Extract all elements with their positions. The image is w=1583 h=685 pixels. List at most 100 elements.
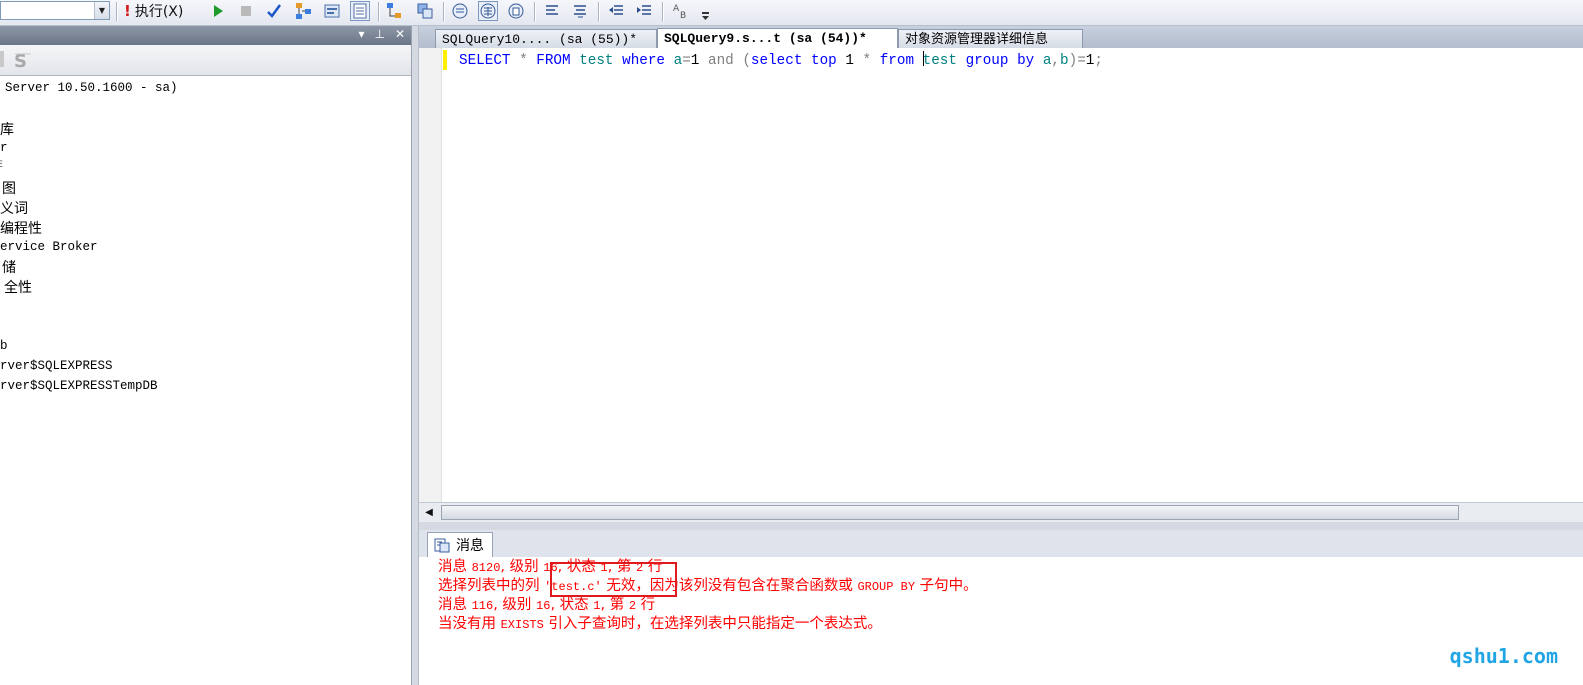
scrollbar-thumb[interactable]: [441, 505, 1459, 520]
message-text: 选择列表中的列: [438, 578, 545, 594]
message-text: 行: [636, 597, 656, 613]
message-text: , 级别: [500, 559, 544, 575]
svg-text:A: A: [673, 4, 680, 14]
tab-sqlquery10[interactable]: SQLQuery10.... (sa (55))*: [435, 29, 657, 48]
tree-item[interactable]: b: [0, 339, 8, 353]
refresh-icon[interactable]: S: [12, 50, 34, 72]
database-combo[interactable]: ▼: [0, 1, 110, 20]
parse-check-icon[interactable]: [264, 1, 284, 21]
sql-editor-toolbar: ▼ ! 执行(X) A B: [0, 0, 1583, 26]
message-text: 消息: [438, 559, 472, 575]
code-token: a: [673, 53, 683, 69]
message-text: 16: [536, 599, 551, 613]
tab-sqlquery9[interactable]: SQLQuery9.s...t (sa (54))*: [657, 28, 898, 49]
code-token: =: [682, 53, 691, 69]
include-plan-icon[interactable]: [385, 1, 405, 21]
code-token: b: [1060, 53, 1069, 69]
tree-item-sqlexpress[interactable]: rver$SQLEXPRESS: [0, 359, 113, 373]
code-token: 1: [845, 53, 854, 69]
message-text: , 状态: [550, 597, 594, 613]
execute-button[interactable]: ! 执行(X): [124, 1, 183, 21]
message-line: 选择列表中的列 'test.c' 无效，因为该列没有包含在聚合函数或 GROUP…: [438, 577, 978, 597]
change-tracking-bar: [443, 50, 447, 70]
results-text-icon[interactable]: [450, 1, 470, 21]
code-token: by: [1017, 53, 1035, 69]
results-to-grid-icon[interactable]: [350, 1, 370, 21]
toolbar-separator: [662, 2, 664, 21]
query-editor[interactable]: SELECT * FROM test where a=1 and (select…: [419, 48, 1583, 502]
message-text: 116: [471, 599, 494, 613]
message-text: 2: [628, 599, 637, 613]
indent-icon[interactable]: [634, 1, 654, 21]
toolbar-separator: [598, 2, 600, 21]
code-token: ): [1068, 53, 1078, 69]
tab-object-explorer-details[interactable]: 对象资源管理器详细信息: [898, 29, 1083, 48]
uncomment-icon[interactable]: [570, 1, 590, 21]
tree-item-security[interactable]: 全性: [4, 277, 32, 297]
pin-dropdown-icon[interactable]: ▾: [358, 27, 364, 41]
stop-icon[interactable]: [236, 1, 256, 21]
chevron-down-icon[interactable]: ▼: [94, 2, 109, 19]
tree-item-server[interactable]: Server 10.50.1600 - sa): [5, 81, 178, 95]
svg-text:B: B: [680, 11, 686, 20]
query-options-icon[interactable]: [322, 1, 342, 21]
estimated-plan-icon[interactable]: [294, 1, 314, 21]
code-token: *: [519, 53, 528, 69]
close-icon[interactable]: ✕: [395, 27, 405, 41]
tree-item-programmability[interactable]: 编程性: [0, 218, 42, 238]
code-token: where: [622, 53, 666, 69]
pin-icon[interactable]: ⊥: [374, 27, 384, 41]
scroll-left-icon[interactable]: ◀: [421, 505, 437, 521]
toolbar-separator: [443, 2, 445, 21]
outdent-icon[interactable]: [606, 1, 626, 21]
toolbar-separator: [116, 2, 118, 21]
tree-item[interactable]: E: [0, 160, 3, 171]
message-text: 8120: [471, 561, 501, 575]
tree-item[interactable]: r: [0, 141, 8, 155]
tree-item-databases[interactable]: 库: [0, 119, 14, 139]
horizontal-scrollbar[interactable]: ◀: [419, 502, 1583, 523]
message-text: , 第: [600, 597, 629, 613]
message-text: GROUP BY: [857, 580, 916, 594]
code-token: top: [811, 53, 837, 69]
execute-icon: !: [124, 2, 131, 20]
code-token: ;: [1094, 53, 1103, 69]
results-grid-icon[interactable]: [478, 1, 498, 21]
code-token: from: [879, 53, 915, 69]
tab-messages[interactable]: 消息: [427, 532, 493, 557]
connect-icon[interactable]: [0, 51, 4, 67]
tree-item-views[interactable]: 图: [2, 178, 16, 198]
panel-splitter[interactable]: [411, 26, 419, 685]
specify-values-icon[interactable]: AB: [672, 1, 692, 21]
client-stats-icon[interactable]: [415, 1, 435, 21]
code-line[interactable]: SELECT * FROM test where a=1 and (select…: [459, 51, 1103, 70]
results-file-icon[interactable]: [506, 1, 526, 21]
tree-item-synonyms[interactable]: 义词: [0, 198, 28, 218]
message-text: EXISTS: [500, 618, 544, 632]
object-explorer-tree: Server 10.50.1600 - sa) 库 r E 图 义词 编程性 e…: [0, 76, 411, 685]
run-icon[interactable]: [208, 1, 228, 21]
comment-icon[interactable]: [542, 1, 562, 21]
object-explorer-toolbar: S: [0, 45, 411, 76]
code-token: ,: [1051, 53, 1061, 69]
code-token: and: [707, 53, 734, 69]
watermark: qshu1.com: [1449, 644, 1558, 668]
tree-item-sqlexpress-tempdb[interactable]: rver$SQLEXPRESSTempDB: [0, 379, 158, 393]
code-token: test: [579, 53, 614, 69]
toolbar-overflow-icon[interactable]: [700, 6, 712, 22]
tree-item-service-broker[interactable]: ervice Broker: [0, 240, 98, 254]
tree-item-storage[interactable]: 储: [2, 257, 16, 277]
code-token: (: [742, 53, 751, 69]
code-token: =: [1077, 53, 1086, 69]
